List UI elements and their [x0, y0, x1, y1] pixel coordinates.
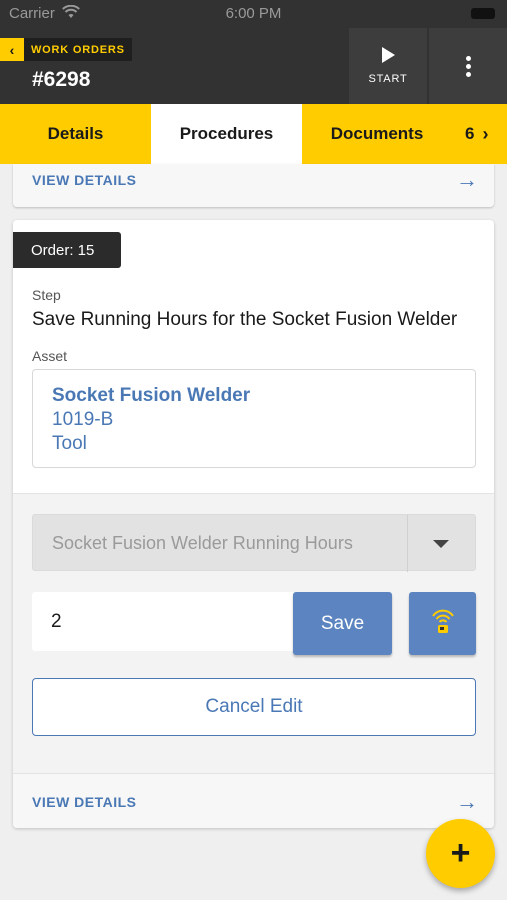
add-fab-button[interactable]: +	[426, 819, 495, 888]
tab-bar: Details Procedures Documents 6 ›	[0, 104, 507, 164]
meter-select[interactable]: Socket Fusion Welder Running Hours	[32, 514, 476, 572]
dropdown-caret-icon	[433, 540, 449, 548]
asset-name: Socket Fusion Welder	[52, 385, 251, 406]
back-to-work-orders-button[interactable]: ‹ WORK ORDERS	[0, 38, 132, 61]
rfid-scan-button[interactable]	[409, 592, 476, 655]
view-details-link[interactable]: VIEW DETAILS	[32, 794, 137, 810]
status-bar: Carrier 6:00 PM	[0, 0, 507, 28]
asset-code: 1019-B	[52, 409, 114, 430]
more-options-button[interactable]	[429, 28, 507, 104]
tab-documents[interactable]: Documents	[302, 104, 452, 164]
asset-type: Tool	[52, 433, 87, 454]
tab-more[interactable]: 6 ›	[452, 104, 507, 164]
view-details-link[interactable]: VIEW DETAILS	[32, 172, 137, 188]
arrow-right-icon[interactable]: →	[456, 789, 478, 815]
play-icon	[381, 47, 395, 63]
back-label: WORK ORDERS	[31, 43, 125, 56]
tab-details[interactable]: Details	[0, 104, 151, 164]
asset-box[interactable]: Socket Fusion Welder 1019-B Tool	[32, 369, 476, 468]
procedure-card: Order: 15 Step Save Running Hours for th…	[13, 220, 494, 828]
tab-procedures[interactable]: Procedures	[151, 104, 302, 164]
battery-icon	[471, 8, 495, 19]
order-badge: Order: 15	[13, 232, 121, 268]
chevron-left-icon: ‹	[0, 38, 24, 61]
step-label: Step	[32, 287, 61, 303]
rfid-scan-icon	[430, 606, 456, 641]
page-title: #6298	[32, 68, 91, 91]
clock: 6:00 PM	[225, 5, 282, 22]
app-header: ‹ WORK ORDERS #6298 START	[0, 28, 507, 104]
more-vertical-icon	[465, 53, 471, 80]
select-divider	[407, 515, 408, 572]
previous-procedure-card: VIEW DETAILS →	[13, 164, 494, 207]
asset-label: Asset	[32, 348, 68, 364]
arrow-right-icon[interactable]: →	[456, 167, 478, 193]
meter-select-value: Socket Fusion Welder Running Hours	[52, 533, 353, 553]
start-button[interactable]: START	[349, 28, 427, 104]
reading-input[interactable]	[32, 592, 294, 651]
chevron-right-icon: ›	[482, 123, 489, 144]
cancel-edit-button[interactable]: Cancel Edit	[32, 678, 476, 736]
tab-more-count: 6	[465, 124, 475, 143]
step-text: Save Running Hours for the Socket Fusion…	[32, 309, 458, 330]
save-button[interactable]: Save	[293, 592, 392, 655]
meter-reading-section: Socket Fusion Welder Running Hours Save …	[13, 493, 494, 773]
start-label: START	[368, 73, 408, 85]
card-footer: VIEW DETAILS →	[13, 773, 494, 828]
plus-icon: +	[450, 834, 471, 872]
